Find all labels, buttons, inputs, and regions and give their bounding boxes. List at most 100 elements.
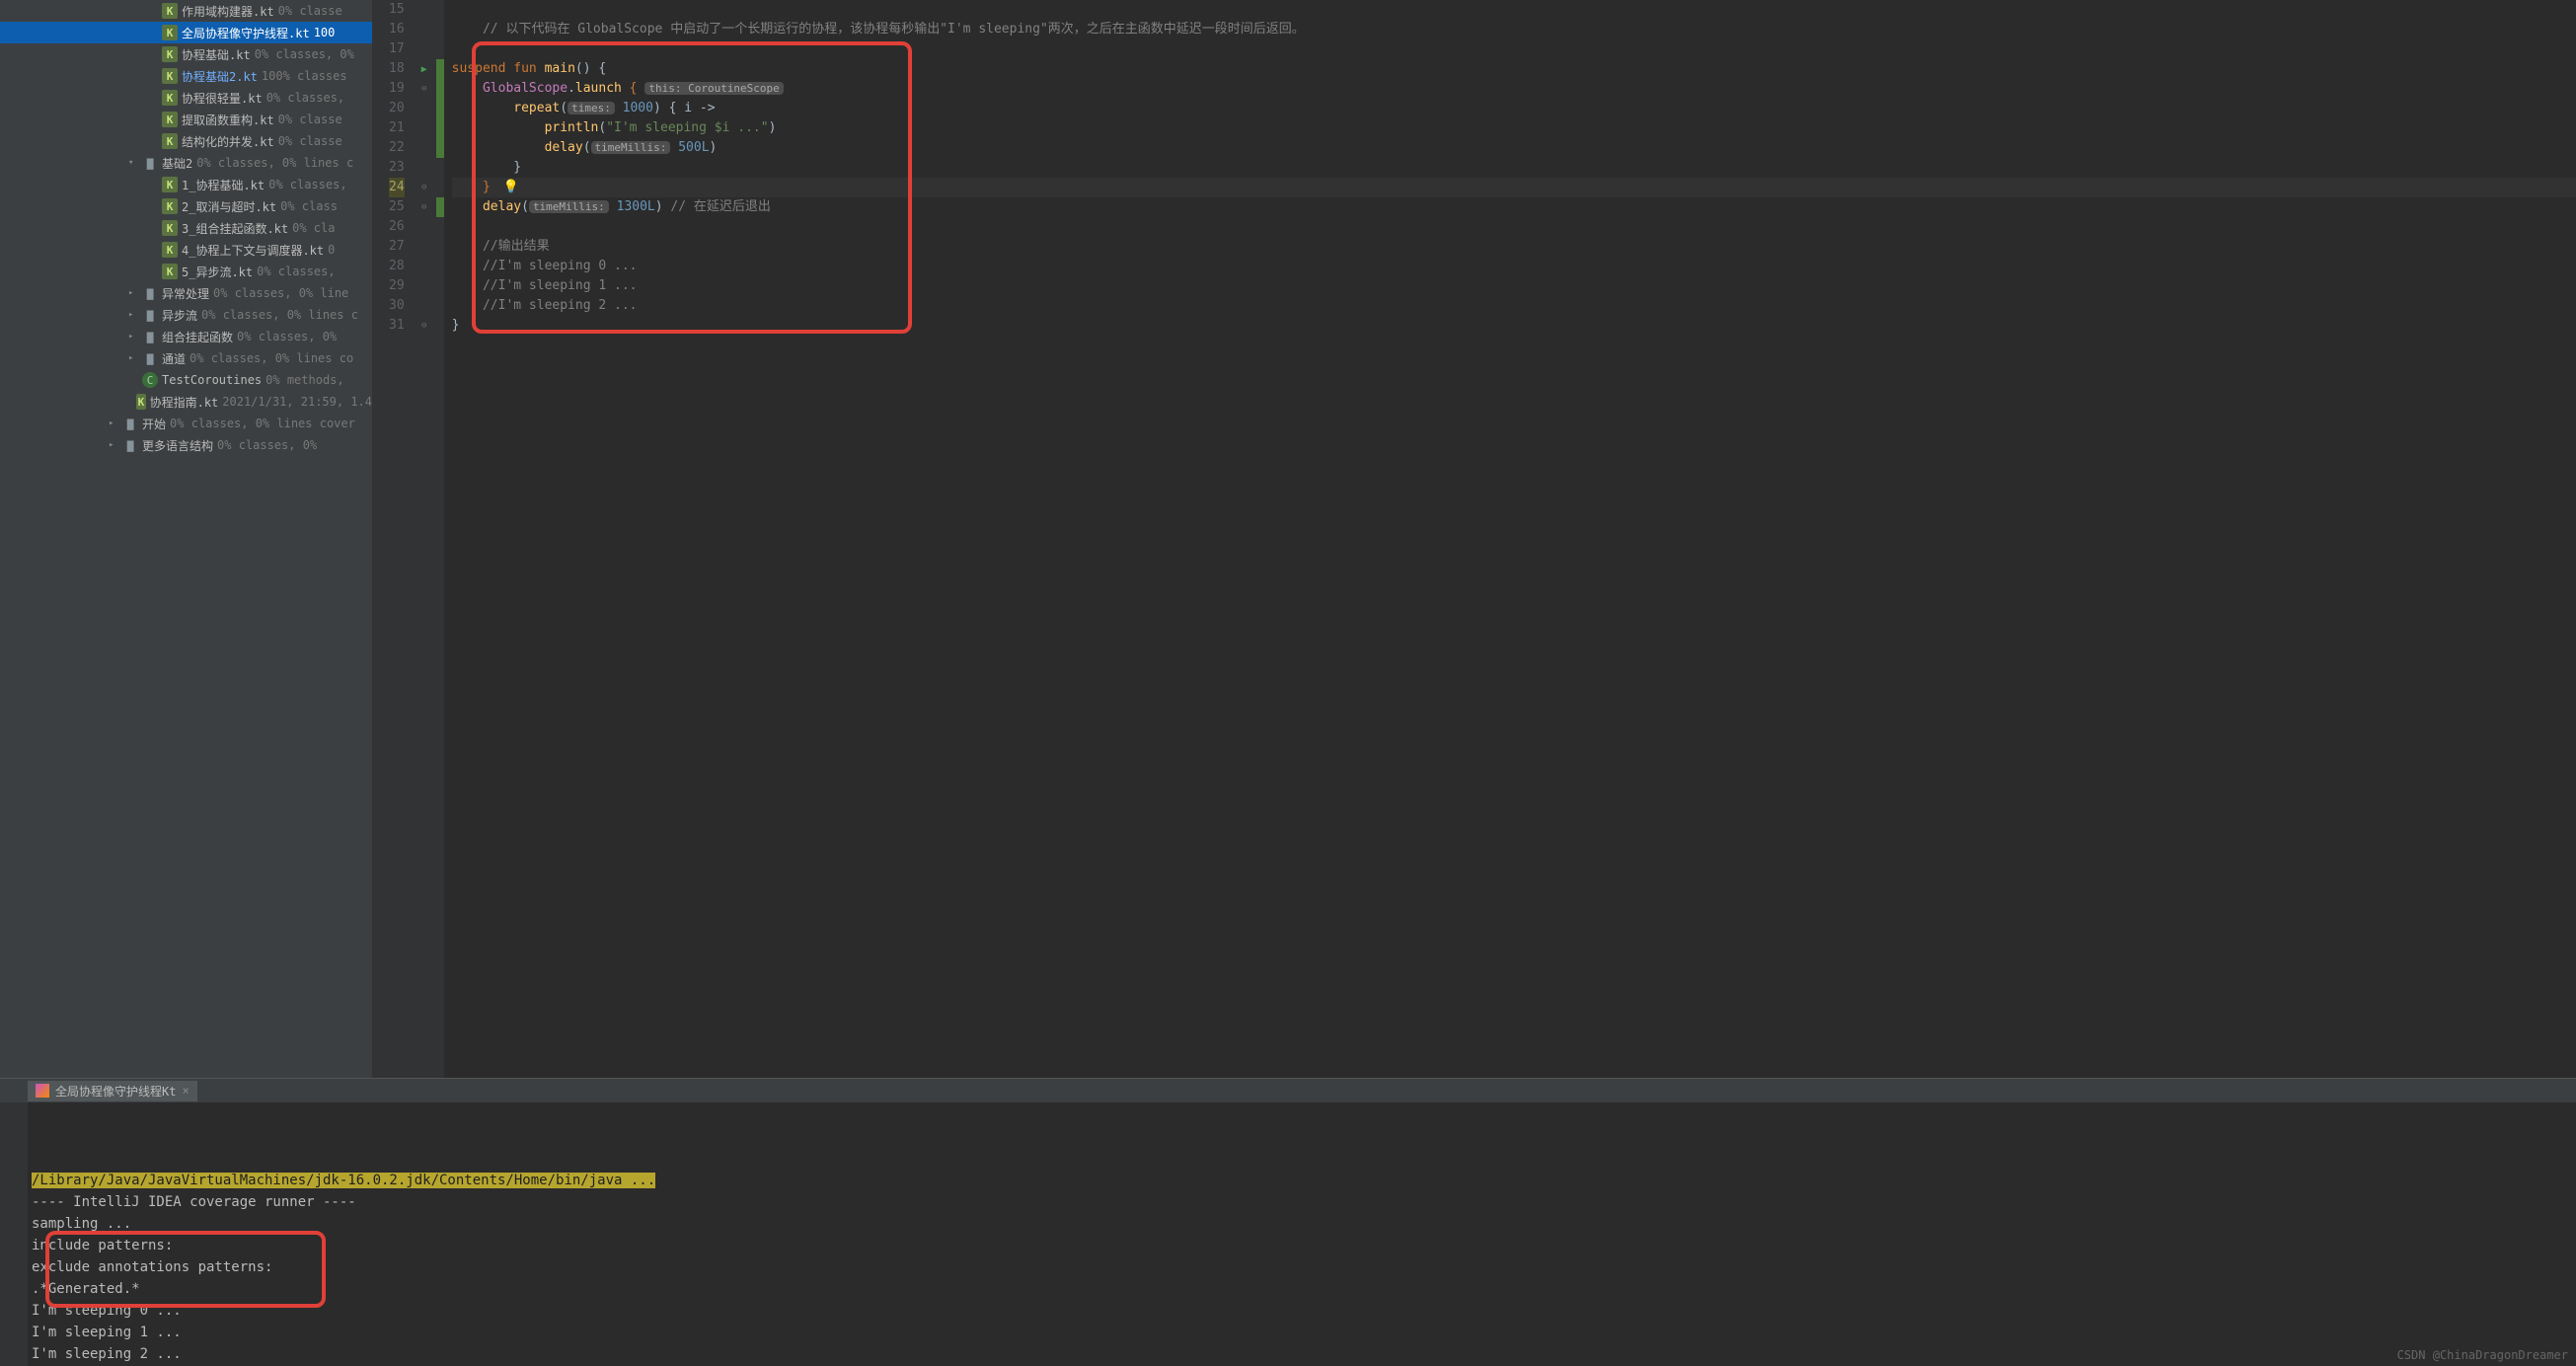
- kotlin-icon: [36, 1084, 49, 1098]
- tree-item[interactable]: K3_组合挂起函数.kt0% cla: [0, 217, 372, 239]
- code-line[interactable]: }: [452, 178, 2576, 197]
- tree-item[interactable]: ▸▇异步流0% classes, 0% lines c: [0, 304, 372, 326]
- code-line[interactable]: suspend fun main() {: [452, 59, 2576, 79]
- coverage-text: 0% classes, 0%: [237, 330, 337, 343]
- tree-item[interactable]: K1_协程基础.kt0% classes,: [0, 174, 372, 195]
- coverage-text: 0% classes, 0% lines c: [201, 308, 358, 322]
- tree-item-label: 5_异步流.kt: [182, 264, 253, 280]
- code-content[interactable]: 💡 // 以下代码在 GlobalScope 中启动了一个长期运行的协程，该协程…: [444, 0, 2576, 1078]
- code-line[interactable]: //I'm sleeping 1 ...: [452, 276, 2576, 296]
- fold-icon[interactable]: ⊖: [421, 183, 426, 192]
- chevron-icon[interactable]: ▸: [128, 310, 142, 320]
- tree-item-label: 全局协程像守护线程.kt: [182, 25, 310, 41]
- coverage-text: 2021/1/31, 21:59, 1.4: [222, 395, 372, 409]
- tree-item[interactable]: K4_协程上下文与调度器.kt0: [0, 239, 372, 261]
- fold-icon[interactable]: ⊖: [421, 202, 426, 212]
- run-gutter-icon[interactable]: ▶: [421, 64, 427, 75]
- coverage-text: 0% methods,: [265, 373, 343, 387]
- kotlin-file-icon: K: [162, 242, 178, 258]
- folder-icon: ▇: [142, 307, 158, 323]
- chevron-icon[interactable]: ▸: [109, 440, 122, 450]
- coverage-text: 0% classes, 0% lines co: [189, 351, 353, 365]
- kotlin-file-icon: K: [162, 3, 178, 19]
- coverage-bar: [436, 0, 444, 1078]
- folder-icon: ▇: [142, 155, 158, 171]
- tree-item[interactable]: K作用域构建器.kt0% classe: [0, 0, 372, 22]
- tree-item[interactable]: K结构化的并发.kt0% classe: [0, 130, 372, 152]
- code-line[interactable]: [452, 0, 2576, 20]
- fold-icon[interactable]: ⊖: [421, 84, 426, 94]
- folder-icon: ▇: [142, 329, 158, 344]
- coverage-text: 0% classes, 0% lines cover: [170, 417, 355, 430]
- chevron-icon[interactable]: ▾: [128, 158, 142, 168]
- tree-item[interactable]: ▸▇异常处理0% classes, 0% line: [0, 282, 372, 304]
- code-line[interactable]: delay(timeMillis: 500L): [452, 138, 2576, 158]
- intention-bulb-icon[interactable]: 💡: [503, 180, 519, 194]
- tree-item[interactable]: ▸▇ 组合挂起函数 0% classes, 0%: [0, 326, 372, 347]
- code-line[interactable]: }: [452, 158, 2576, 178]
- coverage-text: 0% classe: [278, 4, 342, 18]
- coverage-text: 0% classes,: [266, 91, 344, 105]
- code-line[interactable]: //I'm sleeping 2 ...: [452, 296, 2576, 316]
- tree-item-label: 1_协程基础.kt: [182, 177, 265, 193]
- folder-icon: ▇: [142, 285, 158, 301]
- coverage-text: 0% classe: [278, 134, 342, 148]
- console-tab[interactable]: 全局协程像守护线程Kt ×: [28, 1081, 197, 1101]
- folder-icon: ▇: [122, 416, 138, 431]
- code-line[interactable]: // 以下代码在 GlobalScope 中启动了一个长期运行的协程，该协程每秒…: [452, 20, 2576, 39]
- console-output[interactable]: /Library/Java/JavaVirtualMachines/jdk-16…: [28, 1102, 2576, 1366]
- tree-item[interactable]: ▾▇基础20% classes, 0% lines c: [0, 152, 372, 174]
- tree-item-label: 2_取消与超时.kt: [182, 198, 276, 215]
- console-line: include patterns:: [32, 1235, 2572, 1256]
- coverage-text: 0: [328, 243, 335, 257]
- coverage-text: 0% classe: [278, 113, 342, 126]
- tree-item[interactable]: CTestCoroutines0% methods,: [0, 369, 372, 391]
- folder-icon: ▇: [142, 350, 158, 366]
- kotlin-file-icon: K: [162, 112, 178, 127]
- tree-item[interactable]: K协程基础.kt0% classes, 0%: [0, 43, 372, 65]
- tree-item-label: 协程基础2.kt: [182, 68, 258, 85]
- console-line: exclude annotations patterns:: [32, 1256, 2572, 1278]
- console-line: /Library/Java/JavaVirtualMachines/jdk-16…: [32, 1170, 2572, 1191]
- tree-item[interactable]: K全局协程像守护线程.kt100: [0, 22, 372, 43]
- kotlin-file-icon: K: [162, 25, 178, 40]
- coverage-text: 100% classes: [262, 69, 347, 83]
- fold-icon[interactable]: ⊖: [421, 321, 426, 331]
- code-line[interactable]: //输出结果: [452, 237, 2576, 257]
- code-line[interactable]: //I'm sleeping 0 ...: [452, 257, 2576, 276]
- code-editor[interactable]: 1516171819202122232425262728293031 ▶⊖⊖⊖⊖…: [373, 0, 2576, 1078]
- code-line[interactable]: delay(timeMillis: 1300L) // 在延迟后退出: [452, 197, 2576, 217]
- chevron-icon[interactable]: ▸: [128, 353, 142, 363]
- tree-item[interactable]: K协程很轻量.kt0% classes,: [0, 87, 372, 109]
- code-line[interactable]: [452, 39, 2576, 59]
- tree-item-label: 组合挂起函数: [162, 329, 233, 345]
- run-tool-window[interactable]: 全局协程像守护线程Kt × /Library/Java/JavaVirtualM…: [0, 1078, 2576, 1366]
- tree-item[interactable]: K协程指南.kt2021/1/31, 21:59, 1.4: [0, 391, 372, 413]
- console-tab-bar[interactable]: 全局协程像守护线程Kt ×: [0, 1079, 2576, 1102]
- tree-item-label: 开始: [142, 416, 166, 432]
- code-line[interactable]: repeat(times: 1000) { i ->: [452, 99, 2576, 118]
- project-tree[interactable]: K作用域构建器.kt0% classeK全局协程像守护线程.kt100K协程基础…: [0, 0, 373, 1078]
- gutter-run-marks[interactable]: ▶ ⊖ ⊖ ⊖ ⊖: [413, 0, 436, 1078]
- kotlin-file-icon: K: [162, 220, 178, 236]
- code-line[interactable]: [452, 217, 2576, 237]
- tree-item[interactable]: K2_取消与超时.kt0% class: [0, 195, 372, 217]
- console-line: I'm sleeping 1 ...: [32, 1322, 2572, 1343]
- code-line[interactable]: GlobalScope.launch { this: CoroutineScop…: [452, 79, 2576, 99]
- close-icon[interactable]: ×: [182, 1084, 189, 1098]
- tree-item[interactable]: ▸▇ 开始 0% classes, 0% lines cover: [0, 413, 372, 434]
- coverage-text: 0% class: [280, 199, 338, 213]
- console-line: sampling ...: [32, 1213, 2572, 1235]
- code-line[interactable]: }: [452, 316, 2576, 336]
- console-tab-label: 全局协程像守护线程Kt: [55, 1083, 176, 1100]
- folder-icon: ▇: [122, 437, 138, 453]
- chevron-icon[interactable]: ▸: [128, 332, 142, 342]
- tree-item[interactable]: K协程基础2.kt100% classes: [0, 65, 372, 87]
- tree-item[interactable]: K提取函数重构.kt0% classe: [0, 109, 372, 130]
- tree-item[interactable]: K5_异步流.kt0% classes,: [0, 261, 372, 282]
- chevron-icon[interactable]: ▸: [109, 418, 122, 428]
- chevron-icon[interactable]: ▸: [128, 288, 142, 298]
- tree-item[interactable]: ▸▇通道0% classes, 0% lines co: [0, 347, 372, 369]
- tree-item[interactable]: ▸▇更多语言结构0% classes, 0%: [0, 434, 372, 456]
- code-line[interactable]: println("I'm sleeping $i ..."): [452, 118, 2576, 138]
